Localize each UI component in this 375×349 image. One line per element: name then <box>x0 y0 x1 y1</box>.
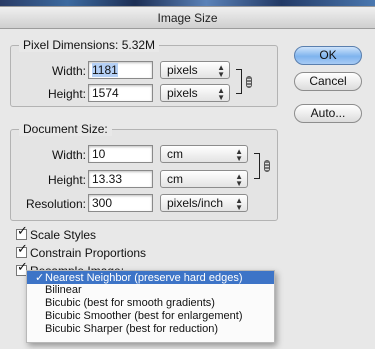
scale-styles-label: Scale Styles <box>30 228 97 242</box>
window-title: Image Size <box>0 7 375 29</box>
chain-link-icon <box>246 76 252 88</box>
ok-button[interactable]: OK <box>294 46 362 65</box>
doc-constrain-bracket <box>254 153 260 179</box>
resample-method-menu: ✓Nearest Neighbor (preserve hard edges) … <box>26 270 275 343</box>
auto-button[interactable]: Auto... <box>294 104 362 123</box>
doc-width-unit-value: cm <box>167 147 183 161</box>
resolution-field[interactable]: 300 <box>88 194 153 212</box>
constrain-proportions-label: Constrain Proportions <box>30 246 147 260</box>
pixel-width-unit-select[interactable]: pixels ▲ ▼ <box>160 61 230 79</box>
menu-item-label: Nearest Neighbor (preserve hard edges) <box>45 272 243 284</box>
pixel-height-value: 1574 <box>92 86 119 100</box>
resolution-label: Resolution: <box>25 197 86 211</box>
doc-height-field[interactable]: 13.33 <box>88 170 153 188</box>
pixel-width-unit-value: pixels <box>167 63 198 77</box>
scale-styles-option[interactable]: ✓ Scale Styles <box>16 225 97 242</box>
pixel-width-field[interactable]: 1181 <box>88 61 153 79</box>
doc-width-value: 10 <box>92 147 106 161</box>
checkmark-icon: ✓ <box>17 224 28 239</box>
doc-width-label: Width: <box>51 148 86 162</box>
checkmark-icon: ✓ <box>35 271 45 284</box>
menu-item-nearest-neighbor[interactable]: ✓Nearest Neighbor (preserve hard edges) <box>27 271 274 284</box>
checkmark-icon: ✓ <box>17 242 28 257</box>
pixel-width-value: 1181 <box>92 63 118 77</box>
menu-item-bilinear[interactable]: Bilinear <box>27 284 274 297</box>
resolution-unit-select[interactable]: pixels/inch ▲ ▼ <box>160 194 248 212</box>
menu-item-label: Bilinear <box>45 284 82 296</box>
menu-item-label: Bicubic Smoother (best for enlargement) <box>45 310 243 322</box>
pixel-constrain-bracket <box>236 69 242 94</box>
pixel-height-label: Height: <box>47 87 86 101</box>
menu-item-bicubic-smoother[interactable]: Bicubic Smoother (best for enlargement) <box>27 310 274 323</box>
doc-height-unit-value: cm <box>167 172 183 186</box>
chain-link-icon <box>264 160 270 172</box>
document-size-title: Document Size: <box>19 122 112 136</box>
pixel-width-label: Width: <box>51 64 86 78</box>
resolution-value: 300 <box>92 196 113 210</box>
constrain-proportions-checkbox[interactable]: ✓ <box>16 243 28 258</box>
doc-height-value: 13.33 <box>92 172 123 186</box>
pixel-height-unit-value: pixels <box>167 86 198 100</box>
doc-width-unit-select[interactable]: cm ▲ ▼ <box>160 145 248 163</box>
doc-height-label: Height: <box>47 173 86 187</box>
scale-styles-checkbox[interactable]: ✓ <box>16 225 28 240</box>
doc-width-field[interactable]: 10 <box>88 145 153 163</box>
menu-item-label: Bicubic (best for smooth gradients) <box>45 297 215 309</box>
resolution-unit-value: pixels/inch <box>167 196 224 210</box>
menu-item-label: Bicubic Sharper (best for reduction) <box>45 323 219 335</box>
pixel-height-field[interactable]: 1574 <box>88 84 153 102</box>
cancel-button[interactable]: Cancel <box>294 72 362 91</box>
doc-height-unit-select[interactable]: cm ▲ ▼ <box>160 170 248 188</box>
menu-item-bicubic-sharper[interactable]: Bicubic Sharper (best for reduction) <box>27 323 274 336</box>
menu-item-bicubic[interactable]: Bicubic (best for smooth gradients) <box>27 297 274 310</box>
pixel-height-unit-select[interactable]: pixels ▲ ▼ <box>160 84 230 102</box>
pixel-dimensions-title: Pixel Dimensions: 5.32M <box>19 38 160 52</box>
constrain-proportions-option[interactable]: ✓ Constrain Proportions <box>16 243 147 260</box>
